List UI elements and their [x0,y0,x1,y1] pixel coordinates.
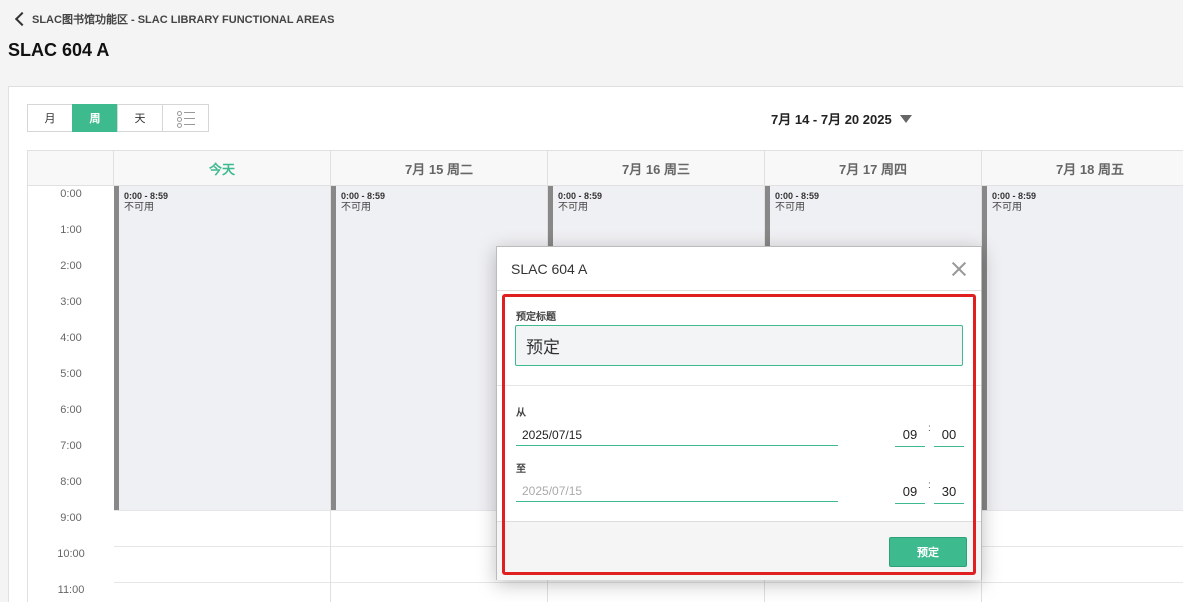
hour-gridline [982,546,1183,547]
from-hour-input[interactable] [895,423,925,447]
hour-gridline [114,546,330,547]
unavailable-block[interactable]: 0:00 - 8:59 不可用 [114,186,330,510]
list-icon [176,111,195,128]
dialog-header: SLAC 604 A [497,247,981,291]
unavailable-time: 0:00 - 8:59 [341,191,386,201]
hour-label: 3:00 [60,296,82,308]
booking-title-input[interactable] [515,325,963,366]
booking-dialog: SLAC 604 A 预定标题 从 : 至 : 预定 [496,246,982,580]
unavailable-time: 0:00 - 8:59 [775,191,820,201]
day-header: 7月 15 周二 [331,151,548,186]
divider [497,385,981,386]
booking-title-label: 预定标题 [516,312,556,323]
unavailable-block[interactable]: 0:00 - 8:59 不可用 [982,186,1183,510]
hour-label: 7:00 [60,440,82,452]
hour-label: 2:00 [60,260,82,272]
from-time-separator: : [928,423,931,434]
day-header: 7月 17 周四 [765,151,982,186]
hour-gridline [982,510,1183,511]
to-date-input[interactable] [516,480,838,502]
unavailable-time: 0:00 - 8:59 [992,191,1037,201]
back-arrow-icon[interactable] [14,12,24,26]
month-view-button[interactable]: 月 [27,104,73,132]
hour-label: 1:00 [60,224,82,236]
hour-label: 10:00 [57,548,85,560]
hour-gridline [114,510,330,511]
unavailable-label: 不可用 [124,202,154,213]
time-column: 0:00 1:00 2:00 3:00 4:00 5:00 6:00 7:00 8:00 9:00… [28,186,114,602]
hour-label: 8:00 [60,476,82,488]
unavailable-time: 0:00 - 8:59 [558,191,603,201]
list-view-button[interactable] [162,104,209,132]
hour-gridline [548,582,764,583]
caret-down-icon [899,114,912,123]
dialog-title: SLAC 604 A [511,260,588,277]
day-header: 今天 [114,151,331,186]
view-switcher: 月 周 天 [27,104,209,132]
to-minute-input[interactable] [934,480,964,504]
unavailable-label: 不可用 [775,202,805,213]
from-minute-input[interactable] [934,423,964,447]
date-range-picker[interactable]: 7月 14 - 7月 20 2025 [771,109,912,128]
hour-gridline [765,582,981,583]
day-column[interactable]: 0:00 - 8:59 不可用 [114,186,331,602]
day-header: 7月 18 周五 [982,151,1183,186]
hour-label: 6:00 [60,404,82,416]
close-icon[interactable] [951,261,967,277]
week-view-button[interactable]: 周 [72,104,118,132]
breadcrumb-label[interactable]: SLAC图书馆功能区 - SLAC LIBRARY FUNCTIONAL ARE… [32,11,335,27]
from-date-input[interactable] [516,424,838,446]
hour-gridline [331,582,547,583]
day-header: 7月 16 周三 [548,151,765,186]
day-column[interactable]: 0:00 - 8:59 不可用 [982,186,1183,602]
book-button[interactable]: 预定 [889,537,967,567]
hour-label: 9:00 [60,512,82,524]
from-label: 从 [516,408,526,419]
to-hour-input[interactable] [895,480,925,504]
page-title: SLAC 604 A [8,40,110,60]
to-label: 至 [516,464,526,475]
hour-label: 5:00 [60,368,82,380]
unavailable-time: 0:00 - 8:59 [124,191,169,201]
unavailable-label: 不可用 [341,202,371,213]
date-range-label: 7月 14 - 7月 20 2025 [771,112,892,127]
time-header [28,151,114,186]
hour-label: 11:00 [57,584,85,596]
unavailable-label: 不可用 [992,202,1022,213]
hour-label: 0:00 [60,188,82,200]
to-time-separator: : [928,480,931,491]
dialog-footer: 预定 [497,521,981,580]
day-view-button[interactable]: 天 [117,104,163,132]
breadcrumb: SLAC图书馆功能区 - SLAC LIBRARY FUNCTIONAL ARE… [14,11,335,27]
unavailable-label: 不可用 [558,202,588,213]
hour-gridline [982,582,1183,583]
hour-gridline [114,582,330,583]
hour-label: 4:00 [60,332,82,344]
